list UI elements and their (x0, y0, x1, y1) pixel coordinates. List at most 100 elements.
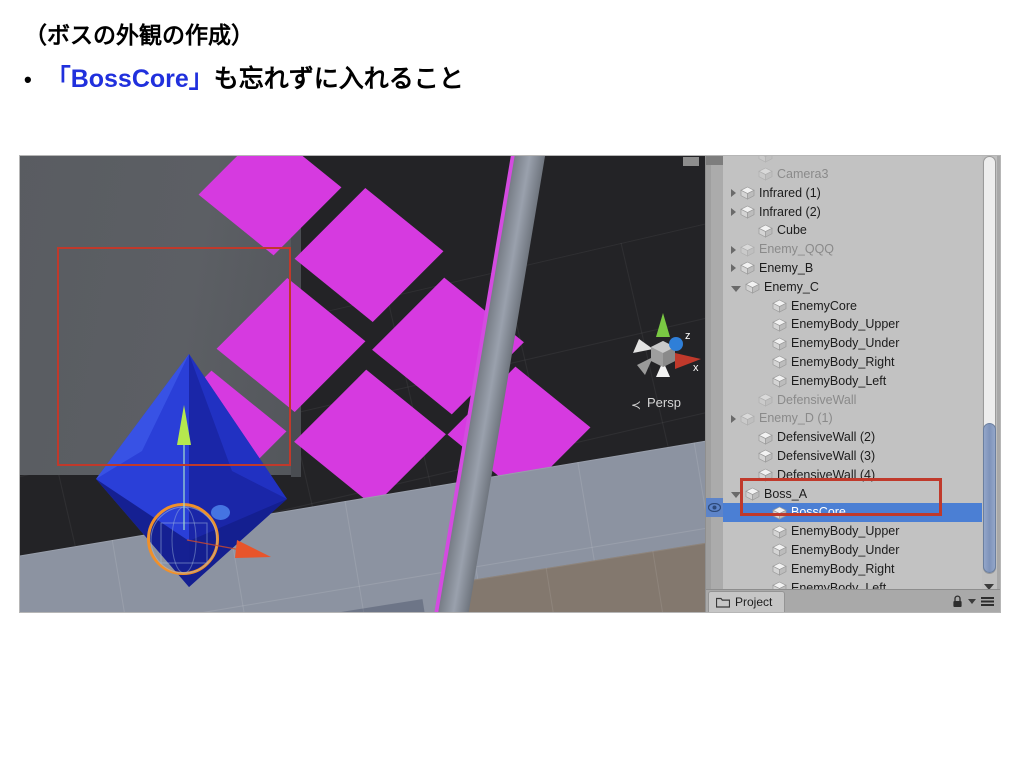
hierarchy-row[interactable]: Camera3 (723, 165, 986, 184)
gameobject-cube-icon (740, 412, 755, 426)
hierarchy-panel[interactable]: Camera3 Infrared (1) Infrared (2) Cube E… (705, 155, 1001, 613)
hierarchy-row[interactable]: Enemy_QQQ (723, 240, 986, 259)
hierarchy-row-selected[interactable]: BossCore (723, 503, 986, 523)
boss-core-selection-outline (147, 503, 219, 575)
hierarchy-row[interactable]: EnemyBody_Right (723, 560, 986, 579)
hierarchy-scrollbar[interactable] (982, 155, 997, 590)
chevron-right-icon[interactable] (731, 264, 736, 273)
boss-core-sphere[interactable] (211, 505, 230, 520)
gameobject-cube-icon (758, 393, 773, 407)
chevron-down-icon[interactable] (731, 492, 741, 499)
hierarchy-row[interactable]: Enemy_C (723, 278, 986, 297)
hierarchy-row[interactable]: Infrared (1) (723, 184, 986, 203)
hierarchy-row-label: Boss_A (764, 486, 808, 501)
hierarchy-top-stub (706, 155, 723, 165)
gameobject-cube-icon (772, 337, 787, 351)
gameobject-cube-icon (758, 155, 773, 163)
unity-editor-screenshot: z x ≺ Persp Camera3 Infrared (1) Infrare… (19, 155, 1001, 613)
hierarchy-row[interactable] (723, 155, 986, 165)
hierarchy-row-label: EnemyBody_Under (791, 336, 900, 351)
hierarchy-row[interactable]: Enemy_B (723, 259, 986, 278)
page-title: （ボスの外観の作成） (24, 22, 254, 48)
hierarchy-row[interactable]: EnemyCore (723, 296, 986, 315)
scene-viewport[interactable]: z x ≺ Persp (19, 155, 705, 613)
gameobject-cube-icon (772, 562, 787, 576)
hierarchy-row-label: Enemy_D (1) (759, 411, 833, 426)
hierarchy-row[interactable]: DefensiveWall (723, 390, 986, 409)
hierarchy-row[interactable]: EnemyBody_Under (723, 541, 986, 560)
hierarchy-row[interactable]: EnemyBody_Upper (723, 522, 986, 541)
gameobject-cube-icon (758, 449, 773, 463)
scrollbar-thumb[interactable] (983, 423, 996, 573)
gameobject-cube-icon (740, 186, 755, 200)
hierarchy-row-label: Cube (777, 223, 807, 238)
hierarchy-row[interactable]: EnemyBody_Right (723, 353, 986, 372)
hierarchy-row-label: DefensiveWall (4) (777, 467, 876, 482)
hierarchy-row[interactable]: EnemyBody_Left (723, 372, 986, 391)
hierarchy-gutter-inner (711, 155, 723, 590)
visibility-eye-icon[interactable] (706, 498, 723, 517)
gameobject-cube-icon (772, 506, 787, 520)
bullet-highlight: 「BossCore」 (45, 65, 214, 93)
gameobject-cube-icon (745, 280, 760, 294)
chevron-right-icon[interactable] (731, 207, 736, 216)
gameobject-cube-icon (772, 543, 787, 557)
hamburger-menu-icon[interactable] (981, 597, 994, 606)
hierarchy-row-label: Infrared (1) (759, 185, 821, 200)
hierarchy-tree[interactable]: Camera3 Infrared (1) Infrared (2) Cube E… (723, 155, 986, 595)
hierarchy-row-label: Enemy_QQQ (759, 242, 835, 257)
hierarchy-row[interactable]: DefensiveWall (3) (723, 447, 986, 466)
hierarchy-row-label: EnemyBody_Under (791, 543, 900, 558)
hierarchy-row[interactable]: Cube (723, 221, 986, 240)
hierarchy-row-label: EnemyBody_Upper (791, 524, 900, 539)
chevron-right-icon[interactable] (731, 245, 736, 254)
hierarchy-row[interactable]: EnemyBody_Under (723, 334, 986, 353)
viewport-corner-chip (683, 157, 699, 166)
hierarchy-row[interactable]: Boss_A (723, 484, 986, 503)
gameobject-cube-icon (740, 205, 755, 219)
svg-text:x: x (693, 362, 699, 374)
hierarchy-right-edge (997, 155, 1001, 590)
hierarchy-row[interactable]: DefensiveWall (4) (723, 466, 986, 485)
hierarchy-row-label: Enemy_B (759, 261, 814, 276)
tab-project-label: Project (735, 595, 773, 609)
hierarchy-row-label: BossCore (791, 505, 846, 520)
hierarchy-row-label: EnemyBody_Upper (791, 317, 900, 332)
chevron-down-icon[interactable] (968, 599, 976, 604)
hierarchy-row[interactable]: Enemy_D (1) (723, 409, 986, 428)
chevron-right-icon[interactable] (731, 189, 736, 198)
gameobject-cube-icon (758, 167, 773, 181)
hierarchy-row-label: EnemyBody_Right (791, 561, 895, 576)
lock-icon[interactable] (952, 595, 963, 608)
hierarchy-row-label: Camera3 (777, 167, 829, 182)
tab-bar-actions[interactable] (952, 595, 1001, 608)
gameobject-cube-icon (758, 431, 773, 445)
scene-orientation-gizmo[interactable]: z x (623, 313, 703, 393)
hierarchy-row-label: DefensiveWall (3) (777, 449, 876, 464)
gameobject-cube-icon (758, 468, 773, 482)
chevron-down-icon[interactable] (731, 285, 741, 292)
projection-mode-label[interactable]: Persp (627, 395, 701, 410)
hierarchy-row[interactable]: EnemyBody_Upper (723, 315, 986, 334)
panel-tab-bar[interactable]: Project (706, 589, 1001, 613)
bullet-text: 「BossCore」も忘れずに入れること (46, 59, 464, 95)
gameobject-cube-icon (740, 243, 755, 257)
bullet-line: • 「BossCore」も忘れずに入れること (24, 59, 464, 95)
hierarchy-row-label: EnemyCore (791, 298, 857, 313)
tab-project[interactable]: Project (708, 590, 786, 613)
hierarchy-row[interactable]: Infrared (2) (723, 202, 986, 221)
gameobject-cube-icon (772, 299, 787, 313)
hierarchy-row[interactable]: DefensiveWall (2) (723, 428, 986, 447)
chevron-right-icon[interactable] (731, 414, 736, 423)
hierarchy-row-label: EnemyBody_Right (791, 355, 895, 370)
